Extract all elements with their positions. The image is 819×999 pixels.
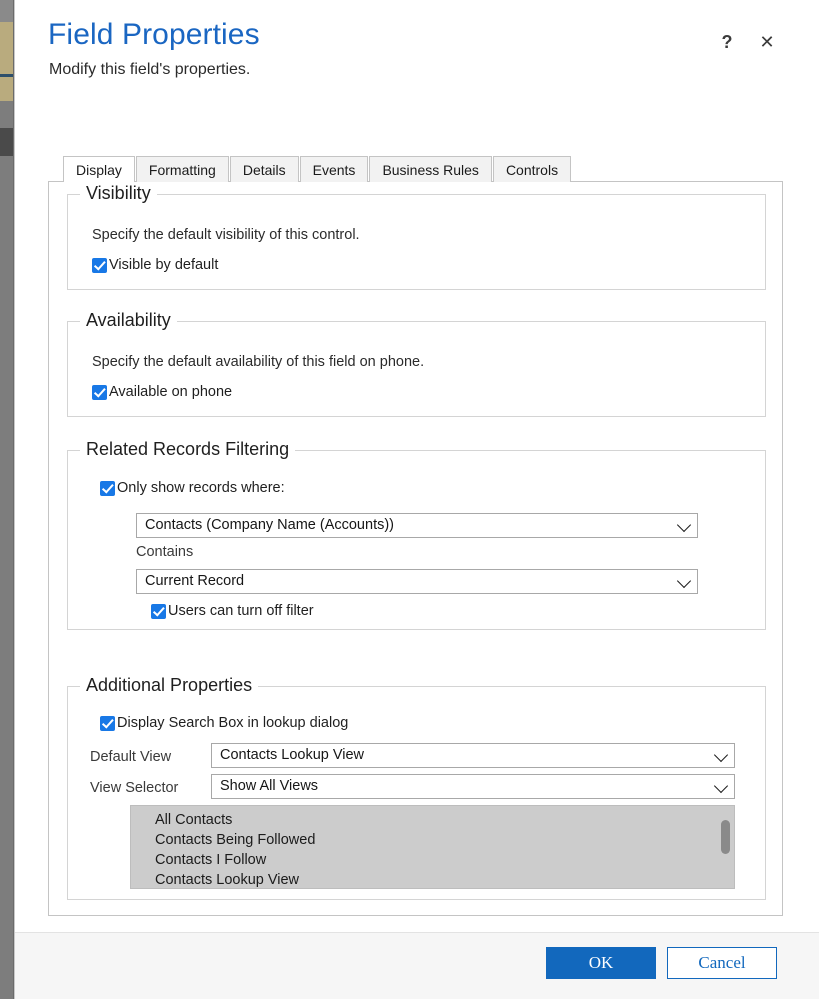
- visibility-group: Visibility Specify the default visibilit…: [67, 183, 766, 290]
- ok-button[interactable]: OK: [546, 947, 656, 979]
- dialog-footer: OK Cancel: [15, 932, 819, 999]
- list-item[interactable]: All Contacts: [131, 810, 734, 830]
- only-show-records-label: Only show records where:: [117, 480, 285, 496]
- additional-properties-legend: Additional Properties: [80, 675, 259, 696]
- view-selector-select-value: Show All Views: [220, 778, 319, 794]
- availability-group: Availability Specify the default availab…: [67, 310, 766, 417]
- tab-business-rules[interactable]: Business Rules: [369, 156, 492, 182]
- tab-display[interactable]: Display: [63, 156, 135, 183]
- relationship-select[interactable]: Contacts (Company Name (Accounts)): [136, 513, 698, 538]
- close-icon[interactable]: ✕: [755, 30, 779, 54]
- filter-target-select[interactable]: Current Record: [136, 569, 698, 594]
- visibility-legend: Visibility: [80, 183, 157, 204]
- dialog-header: Field Properties Modify this field's pro…: [15, 0, 819, 132]
- only-show-records-checkbox[interactable]: [100, 480, 115, 496]
- available-on-phone-label: Available on phone: [109, 384, 233, 400]
- chevron-down-icon: [676, 517, 692, 532]
- tab-events[interactable]: Events: [299, 156, 369, 182]
- available-on-phone-checkbox-row[interactable]: Available on phone: [92, 384, 232, 400]
- list-item[interactable]: Contacts I Follow: [131, 850, 734, 870]
- related-records-filtering-legend: Related Records Filtering: [80, 439, 296, 460]
- visible-by-default-checkbox[interactable]: [92, 257, 107, 273]
- field-properties-dialog: Field Properties Modify this field's pro…: [14, 0, 819, 999]
- display-search-box-checkbox-row[interactable]: Display Search Box in lookup dialog: [100, 715, 348, 731]
- views-listbox-scrollbar-thumb[interactable]: [721, 820, 730, 854]
- default-view-select[interactable]: Contacts Lookup View: [211, 743, 735, 768]
- background-band: [0, 0, 13, 22]
- tab-panel-display: Visibility Specify the default visibilit…: [48, 181, 783, 916]
- only-show-records-checkbox-row[interactable]: Only show records where:: [100, 480, 285, 496]
- background-band: [0, 77, 13, 101]
- tab-strip: Display Formatting Details Events Busine…: [63, 155, 572, 183]
- views-listbox[interactable]: All Contacts Contacts Being Followed Con…: [130, 805, 735, 889]
- availability-hint: Specify the default availability of this…: [92, 354, 425, 370]
- view-selector-select[interactable]: Show All Views: [211, 774, 735, 799]
- list-item[interactable]: Contacts Being Followed: [131, 830, 734, 850]
- display-search-box-label: Display Search Box in lookup dialog: [117, 715, 349, 731]
- users-turn-off-filter-label: Users can turn off filter: [168, 603, 314, 619]
- users-turn-off-filter-checkbox[interactable]: [151, 603, 166, 619]
- view-selector-label: View Selector: [90, 780, 179, 796]
- visible-by-default-checkbox-row[interactable]: Visible by default: [92, 257, 218, 273]
- visibility-hint: Specify the default visibility of this c…: [92, 227, 360, 243]
- chevron-down-icon: [713, 747, 729, 762]
- visible-by-default-label: Visible by default: [109, 257, 219, 273]
- list-item[interactable]: Contacts Lookup View: [131, 870, 734, 888]
- additional-properties-group: Additional Properties Display Search Box…: [67, 675, 766, 900]
- filter-operator-label: Contains: [136, 544, 194, 560]
- availability-legend: Availability: [80, 310, 177, 331]
- help-icon[interactable]: ?: [715, 30, 739, 54]
- chevron-down-icon: [676, 573, 692, 588]
- tab-details[interactable]: Details: [229, 156, 299, 182]
- default-view-label: Default View: [90, 749, 172, 765]
- chevron-down-icon: [713, 778, 729, 793]
- page-title: Field Properties: [48, 18, 260, 51]
- cancel-button[interactable]: Cancel: [667, 947, 777, 979]
- filter-target-select-value: Current Record: [145, 573, 245, 589]
- background-band: [0, 128, 13, 156]
- default-view-select-value: Contacts Lookup View: [220, 747, 365, 763]
- display-search-box-checkbox[interactable]: [100, 715, 115, 731]
- related-records-filtering-group: Related Records Filtering Only show reco…: [67, 439, 766, 630]
- users-turn-off-filter-checkbox-row[interactable]: Users can turn off filter: [151, 603, 314, 619]
- tab-formatting[interactable]: Formatting: [135, 156, 229, 182]
- available-on-phone-checkbox[interactable]: [92, 384, 107, 400]
- background-page-strip: [0, 0, 13, 999]
- dialog-subtitle: Modify this field's properties.: [49, 61, 251, 78]
- relationship-select-value: Contacts (Company Name (Accounts)): [145, 517, 394, 533]
- background-band: [0, 22, 13, 74]
- tab-controls[interactable]: Controls: [492, 156, 572, 182]
